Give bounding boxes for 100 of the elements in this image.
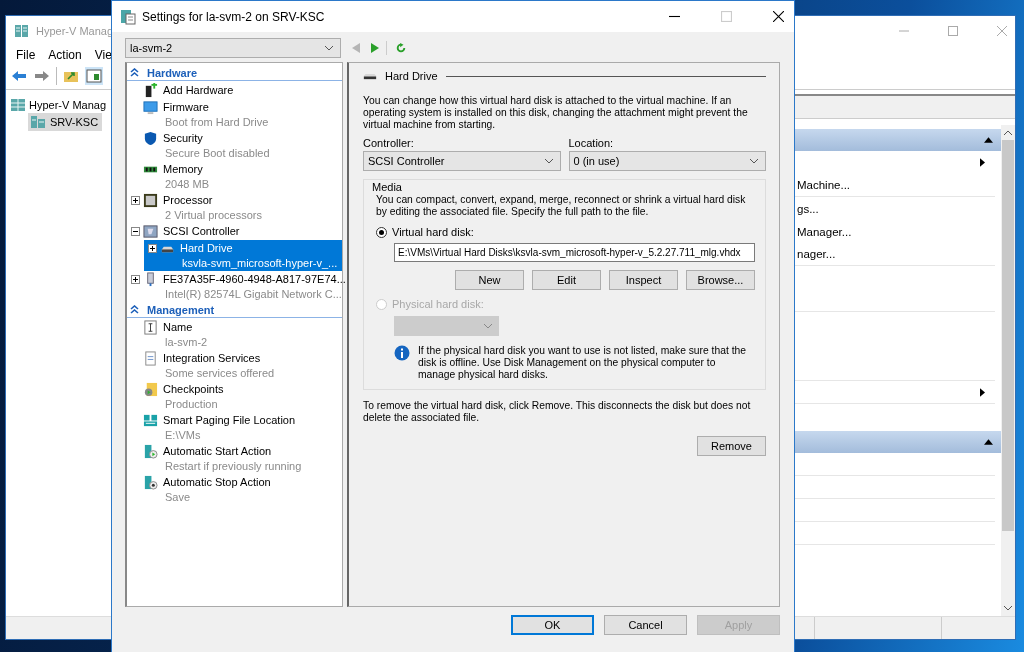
refresh-icon[interactable] — [396, 41, 406, 54]
collapse-icon[interactable] — [130, 227, 140, 236]
controller-icon — [143, 224, 158, 239]
play-icon[interactable] — [370, 41, 380, 54]
dialog-button[interactable]: Cancel — [604, 615, 687, 635]
settings-tree-item[interactable]: Hard Drive ksvla-svm_microsoft-hyper-v_... — [144, 240, 342, 271]
tree-label: Hyper-V Manag — [29, 98, 107, 111]
remove-hint-text: To remove the virtual hard disk, click Remove. This disconnects the disk but does not delete the associated file. — [363, 400, 752, 424]
item-name: Firmware — [163, 100, 210, 115]
section-header[interactable]: Management — [127, 302, 342, 318]
back-arrow-icon[interactable] — [10, 68, 28, 84]
action-link[interactable]: Machine... — [797, 179, 851, 191]
maximize-icon — [721, 11, 732, 22]
menu-item[interactable]: Vie — [94, 47, 112, 62]
media-button[interactable]: Edit — [532, 270, 601, 290]
item-name: Automatic Start Action — [163, 444, 273, 459]
settings-tree-item[interactable]: Automatic Start Action Restart if previously running — [127, 443, 342, 474]
item-detail: 2 Virtual processors — [164, 208, 262, 222]
item-detail: Production — [164, 397, 219, 411]
tree-item[interactable]: SRV-KSC — [6, 113, 111, 130]
section-header[interactable]: Hardware — [127, 65, 342, 81]
field-label: Location: — [568, 137, 615, 149]
scroll-up-icon[interactable] — [1004, 130, 1012, 135]
item-detail: Boot from Hard Drive — [164, 115, 269, 129]
settings-tree-item[interactable]: Processor 2 Virtual processors — [127, 192, 342, 223]
settings-tree-item[interactable]: Name la-svm-2 — [127, 319, 342, 350]
start-action-icon — [143, 444, 158, 459]
collapse-arrow-icon[interactable] — [984, 439, 993, 445]
media-button[interactable]: New — [455, 270, 524, 290]
item-name: Checkpoints — [163, 382, 224, 397]
collapse-icon[interactable] — [130, 305, 139, 314]
close-icon[interactable] — [773, 11, 784, 22]
submenu-arrow-icon[interactable] — [980, 387, 985, 397]
settings-tree-item[interactable]: Checkpoints Production — [127, 381, 342, 412]
action-link[interactable]: gs... — [797, 202, 819, 215]
settings-tree-item[interactable]: Add Hardware — [127, 82, 342, 99]
forward-arrow-icon[interactable] — [33, 68, 51, 84]
controller-select[interactable]: SCSI Controller — [363, 151, 561, 171]
chevron-down-icon — [543, 158, 554, 164]
item-detail: Restart if previously running — [164, 459, 302, 473]
expand-icon[interactable] — [147, 244, 157, 253]
remove-button[interactable]: Remove — [697, 436, 766, 456]
item-name: Automatic Stop Action — [163, 475, 271, 490]
item-name: Integration Services — [163, 351, 262, 366]
item-detail: la-svm-2 — [164, 335, 208, 349]
dialog-title: Settings for la-svm-2 on SRV-KSC — [142, 9, 325, 24]
settings-tree-item[interactable]: Integration Services Some services offered — [127, 350, 342, 381]
action-link[interactable]: nager... — [797, 248, 836, 260]
item-detail: Some services offered — [164, 366, 275, 380]
description-text: You can change how this virtual hard disk is attached to the virtual machine. If an operating system is installed on this disk, changing the attachment might prevent the virtual machine from starting. — [363, 95, 749, 131]
item-detail: Intel(R) 82574L Gigabit Network C... — [164, 287, 342, 301]
collapse-arrow-icon[interactable] — [984, 137, 993, 143]
item-name: Add Hardware — [163, 83, 234, 98]
stop-action-icon — [143, 475, 158, 490]
section-title: Hard Drive — [385, 70, 438, 82]
settings-tree-item[interactable]: Firmware Boot from Hard Drive — [127, 99, 342, 130]
dialog-button[interactable]: OK — [511, 615, 594, 635]
item-detail: Secure Boot disabled — [164, 146, 270, 160]
tree-item[interactable]: Hyper-V Manag — [6, 96, 111, 113]
document-icon — [143, 351, 158, 366]
media-button[interactable]: Browse... — [686, 270, 755, 290]
scroll-thumb[interactable] — [1002, 140, 1014, 531]
menu-item[interactable]: Action — [48, 47, 82, 62]
maximize-icon[interactable] — [948, 26, 958, 36]
submenu-arrow-icon[interactable] — [980, 158, 985, 167]
path-field[interactable]: E:\VMs\Virtual Hard Disks\ksvla-svm_microsoft-hyper-v_5.2.27.711_mlg.vhdx — [394, 243, 755, 262]
action-link[interactable]: Manager... — [797, 225, 852, 238]
field-label: Controller: — [363, 137, 415, 149]
chevron-down-icon — [749, 158, 759, 164]
settings-tree-item[interactable]: Security Secure Boot disabled — [127, 130, 342, 161]
description-text: You can compact, convert, expand, merge, reconnect or shrink a virtual hard disk by editing the associated file. Specify the full path to the file. — [376, 194, 747, 218]
shield-icon — [143, 131, 158, 146]
scroll-down-icon[interactable] — [1004, 606, 1012, 611]
scrollbar[interactable] — [1001, 125, 1015, 616]
settings-tree-item[interactable]: SCSI Controller — [127, 223, 342, 240]
vm-select[interactable]: la-svm-2 — [125, 37, 341, 58]
settings-tree-item[interactable]: Automatic Stop Action Save — [127, 474, 342, 505]
item-detail: Save — [164, 490, 192, 504]
server-node[interactable]: SRV-KSC — [28, 112, 103, 131]
expand-icon[interactable] — [130, 275, 140, 284]
media-button[interactable]: Inspect — [609, 270, 678, 290]
radio-option[interactable]: Virtual hard disk: — [376, 225, 755, 239]
group-title: Media — [372, 181, 403, 193]
expand-icon[interactable] — [130, 196, 140, 205]
paging-file-icon — [143, 413, 158, 428]
add-hardware-icon — [143, 83, 158, 98]
chevron-down-icon — [324, 44, 334, 51]
location-select[interactable]: 0 (in use) — [568, 151, 766, 171]
menu-item[interactable]: File — [16, 47, 36, 62]
collapse-icon[interactable] — [130, 68, 139, 77]
item-name: Memory — [163, 162, 204, 177]
server-icon — [10, 96, 26, 113]
processor-icon — [143, 193, 158, 208]
panel-icon[interactable] — [85, 67, 103, 85]
settings-tree-item[interactable]: Memory 2048 MB — [127, 161, 342, 192]
item-detail: E:\VMs — [164, 428, 202, 442]
hard-drive-icon — [363, 72, 377, 80]
info-text: If the physical hard disk you want to use is not listed, make sure that the disk is offline. Use Disk Management on the physical computer to manage physical hard disks. — [418, 345, 747, 381]
settings-tree-item[interactable]: Smart Paging File Location E:\VMs — [127, 412, 342, 443]
server-icon — [14, 23, 30, 39]
